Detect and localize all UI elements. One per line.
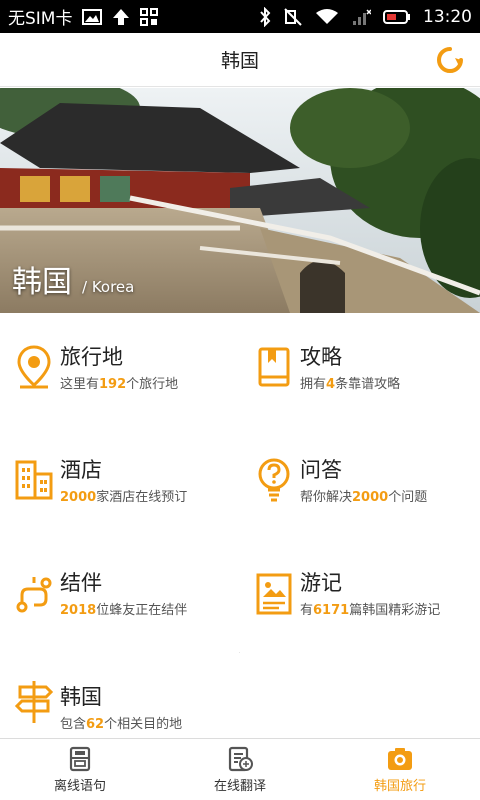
tab-offline-phrases[interactable]: 离线语句: [0, 739, 160, 800]
grid-item-title: 旅行地: [60, 345, 123, 369]
phrasebook-icon: [69, 746, 91, 771]
clock: 13:20: [423, 6, 472, 27]
image-notification-icon: [82, 8, 103, 25]
page-title: 韩国: [220, 50, 259, 72]
signal-icon: [353, 8, 371, 25]
question-bulb-icon: [258, 458, 290, 502]
location-pin-icon: [17, 345, 51, 389]
grid-item-hotels[interactable]: 酒店 2000家酒店在线预订: [0, 426, 240, 539]
grid-item-desc: 拥有4条靠谱攻略: [300, 377, 401, 392]
guidebook-icon: [258, 347, 290, 387]
route-icon: [16, 577, 52, 613]
status-bar: 无SIM卡 13:20: [0, 0, 480, 33]
travelogue-icon: [256, 573, 292, 615]
tab-korea-travel[interactable]: 韩国旅行: [320, 739, 480, 800]
grid-item-desc: 有6171篇韩国精彩游记: [300, 603, 441, 618]
grid-item-destinations[interactable]: 旅行地 这里有192个旅行地: [0, 313, 240, 426]
grid-item-title: 游记: [300, 571, 342, 595]
hero-title: 韩国: [12, 265, 72, 300]
grid-item-travelogues[interactable]: 游记 有6171篇韩国精彩游记: [240, 539, 480, 652]
hero-banner[interactable]: 韩国 / Korea: [0, 88, 480, 313]
wifi-icon: [316, 8, 338, 24]
tab-label: 离线语句: [53, 778, 106, 794]
grid-item-title: 酒店: [60, 458, 102, 482]
tab-label: 在线翻译: [213, 778, 266, 794]
tab-label: 韩国旅行: [373, 778, 426, 794]
grid-item-desc: 帮你解决2000个问题: [300, 490, 428, 505]
hotel-building-icon: [15, 460, 53, 500]
grid-item-related[interactable]: 韩国 包含62个相关目的地: [0, 653, 480, 738]
grid-item-title: 结伴: [60, 571, 102, 595]
grid-item-guides[interactable]: 攻略 拥有4条靠谱攻略: [240, 313, 480, 426]
signpost-icon: [14, 681, 54, 723]
grid-item-title: 韩国: [60, 685, 102, 709]
grid-item-desc: 这里有192个旅行地: [60, 377, 179, 392]
hero-subtitle: / Korea: [82, 278, 135, 296]
upload-arrow-icon: [113, 8, 130, 25]
grid-item-companions[interactable]: 结伴 2018位蜂友正在结伴: [0, 539, 240, 652]
grid-item-desc: 包含62个相关目的地: [60, 717, 183, 732]
tab-online-translate[interactable]: 在线翻译: [160, 739, 320, 800]
grid-item-desc: 2018位蜂友正在结伴: [60, 603, 188, 618]
muted-icon: [284, 7, 302, 26]
grid-item-title: 攻略: [300, 345, 342, 369]
apps-grid-icon: [140, 7, 159, 26]
bottom-nav: 离线语句 在线翻译 韩国旅行: [0, 738, 480, 800]
refresh-icon[interactable]: [434, 44, 466, 76]
grid-item-title: 问答: [300, 458, 342, 482]
hero-caption: 韩国 / Korea: [12, 257, 134, 301]
grid-item-desc: 2000家酒店在线预订: [60, 490, 188, 505]
battery-icon: [383, 9, 410, 24]
carrier-label: 无SIM卡: [8, 9, 73, 29]
title-bar: 韩国: [0, 33, 480, 87]
bluetooth-icon: [260, 6, 271, 27]
translate-doc-icon: [228, 746, 253, 771]
grid-item-qa[interactable]: 问答 帮你解决2000个问题: [240, 426, 480, 539]
camera-icon: [388, 747, 412, 770]
